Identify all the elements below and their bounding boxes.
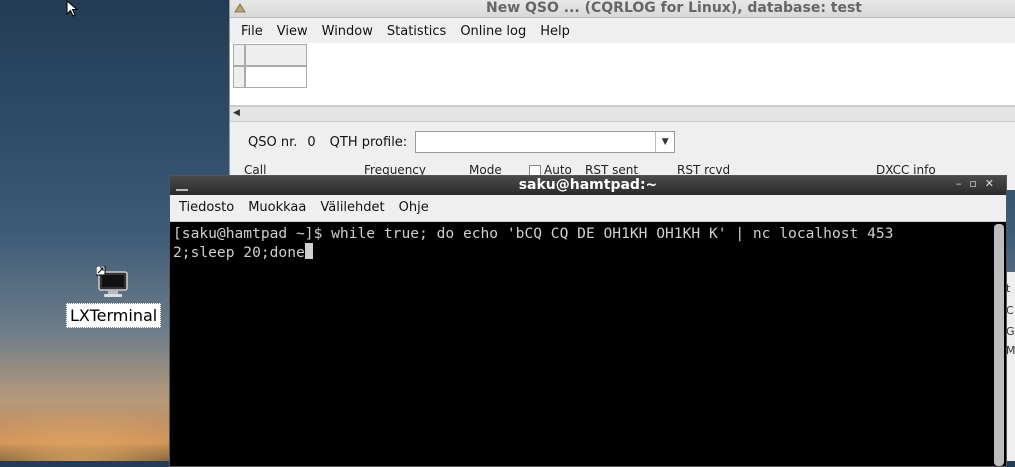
menu-window[interactable]: Window [315,24,380,39]
qth-profile-combobox[interactable]: ▼ [415,131,676,153]
mouse-pointer-icon [66,0,79,17]
horizontal-scrollbar[interactable]: ◀ [230,106,1015,122]
grid-header-cell [245,44,307,66]
grid-cell[interactable] [245,66,307,88]
menu-file[interactable]: File [234,24,270,39]
close-icon[interactable]: ✕ [985,177,1002,190]
terminal-line-2: 2;sleep 20;done [173,244,305,261]
menu-statistics[interactable]: Statistics [380,24,453,39]
qso-nr-label: QSO nr. [248,134,298,150]
minimize-icon[interactable]: – [956,177,970,190]
terminal-icon [95,265,130,300]
chevron-down-icon[interactable]: ▼ [655,132,674,152]
right-edge-text: M: [1006,344,1015,357]
terminal-output[interactable]: [saku@hamtpad ~]$ while true; do echo 'b… [173,224,990,466]
cqrlog-title: New QSO ... (CQRLOG for Linux), database… [486,0,863,16]
desktop-icon-label: LXTerminal [66,303,162,328]
menu-ohje[interactable]: Ohje [392,195,436,221]
terminal-line-1: [saku@hamtpad ~]$ while true; do echo 'b… [173,225,894,242]
terminal-titlebar[interactable]: saku@hamtpad:~ –▫✕ [170,176,1006,195]
scroll-left-icon[interactable]: ◀ [233,108,240,118]
menu-muokkaa[interactable]: Muokkaa [241,195,313,221]
menu-tiedosto[interactable]: Tiedosto [172,195,241,221]
menu-help[interactable]: Help [533,24,577,39]
text-cursor [304,243,313,259]
grid-header-cell [233,44,245,66]
cqrlog-menubar: File View Window Statistics Online log H… [230,18,1015,45]
terminal-window: saku@hamtpad:~ –▫✕ Tiedosto Muokkaa Väli… [169,175,1007,467]
menu-online-log[interactable]: Online log [453,24,533,39]
qth-profile-label: QTH profile: [329,134,408,150]
terminal-title: saku@hamtpad:~ [518,177,658,193]
vertical-scrollbar[interactable] [994,224,1004,466]
app-icon [234,3,246,13]
cqrlog-titlebar[interactable]: New QSO ... (CQRLOG for Linux), database… [230,0,1015,18]
menu-valilehdet[interactable]: Välilehdet [313,195,391,221]
right-edge-text: C [1006,304,1014,317]
right-edge-text: G [1006,325,1015,338]
qso-grid[interactable] [230,43,1015,106]
cqrlog-window: New QSO ... (CQRLOG for Linux), database… [229,0,1015,190]
desktop-icon-lxterminal[interactable]: LXTerminal [66,265,162,328]
maximize-icon[interactable]: ▫ [969,177,984,190]
qso-nr-value: 0 [307,134,316,150]
grid-row-header [233,66,245,88]
menu-view[interactable]: View [270,24,315,39]
terminal-menubar: Tiedosto Muokkaa Välilehdet Ohje [170,195,1006,222]
